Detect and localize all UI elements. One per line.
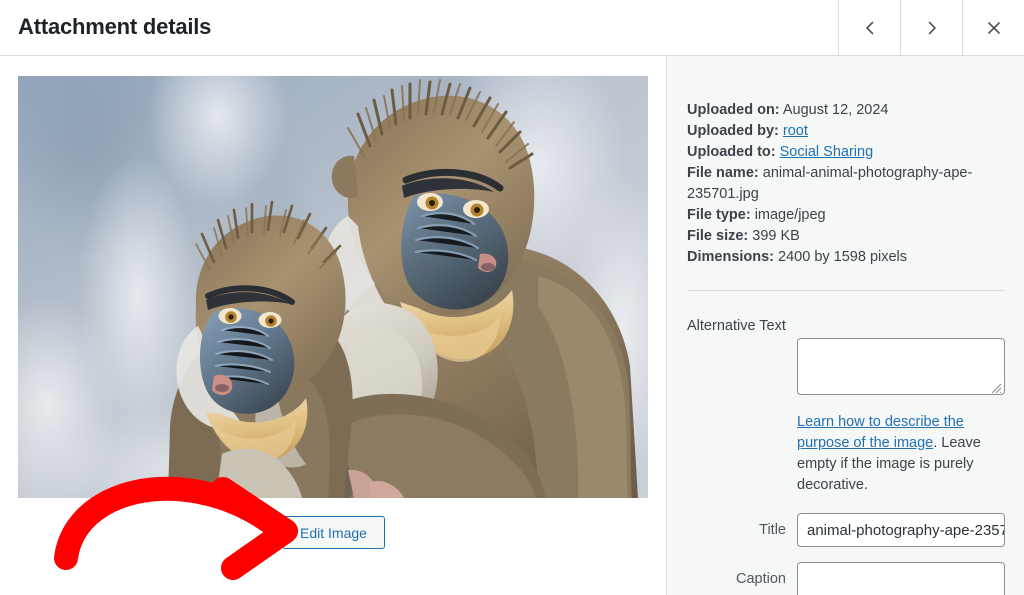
chevron-right-icon [923, 19, 941, 37]
alt-text-help: Learn how to describe the purpose of the… [797, 412, 1005, 496]
meta-row-dimensions: Dimensions: 2400 by 1598 pixels [687, 247, 1005, 268]
chevron-left-icon [861, 19, 879, 37]
meta-row-uploaded-to: Uploaded to: Social Sharing [687, 142, 1005, 163]
page-title: Attachment details [18, 14, 212, 39]
meta-key: File size: [687, 228, 749, 244]
title-field-row: Title animal-photography-ape-235701 [668, 513, 1024, 547]
title-input[interactable]: animal-photography-ape-235701 [797, 513, 1005, 547]
caption-textarea[interactable] [797, 562, 1005, 595]
meta-value: image/jpeg [754, 207, 826, 223]
header-button-group [838, 0, 1024, 55]
title-label: Title [759, 522, 786, 538]
meta-value: 399 KB [752, 228, 800, 244]
attachment-info-pane: Uploaded on: August 12, 2024 Uploaded by… [668, 56, 1024, 595]
resize-grip-icon[interactable] [991, 381, 1002, 394]
alt-text-textarea[interactable] [797, 338, 1005, 395]
modal-header: Attachment details [0, 0, 1024, 56]
meta-key: Uploaded on: [687, 102, 780, 118]
previous-attachment-button[interactable] [838, 0, 900, 55]
meta-row-uploaded-on: Uploaded on: August 12, 2024 [687, 100, 1005, 121]
meta-key: File type: [687, 207, 751, 223]
media-preview-pane: Edit Image [0, 56, 667, 595]
caption-label: Caption [736, 571, 786, 587]
next-attachment-button[interactable] [900, 0, 962, 55]
meta-value: 2400 by 1598 pixels [778, 249, 908, 265]
meta-row-file-size: File size: 399 KB [687, 226, 1005, 247]
close-icon [985, 19, 1003, 37]
meta-key: Dimensions: [687, 249, 775, 265]
meta-value: August 12, 2024 [782, 102, 889, 118]
title-input-value: animal-photography-ape-235701 [807, 521, 1005, 539]
edit-image-button[interactable]: Edit Image [282, 516, 385, 549]
section-divider [687, 290, 1005, 291]
meta-key: Uploaded by: [687, 123, 779, 139]
uploaded-to-link[interactable]: Social Sharing [780, 144, 874, 160]
meta-row-file-name: File name: animal-animal-photography-ape… [687, 163, 1005, 205]
attachment-image [18, 76, 648, 498]
meta-key: Uploaded to: [687, 144, 776, 160]
uploaded-by-link[interactable]: root [783, 123, 808, 139]
meta-row-file-type: File type: image/jpeg [687, 205, 1005, 226]
alt-text-label: Alternative Text [687, 318, 786, 334]
attachment-metadata-list: Uploaded on: August 12, 2024 Uploaded by… [687, 100, 1005, 268]
meta-key: File name: [687, 165, 759, 181]
attachment-details-modal: Attachment details Edit Image Uploaded o… [0, 0, 1024, 595]
close-modal-button[interactable] [962, 0, 1024, 55]
meta-row-uploaded-by: Uploaded by: root [687, 121, 1005, 142]
caption-field-row: Caption [668, 562, 1024, 595]
